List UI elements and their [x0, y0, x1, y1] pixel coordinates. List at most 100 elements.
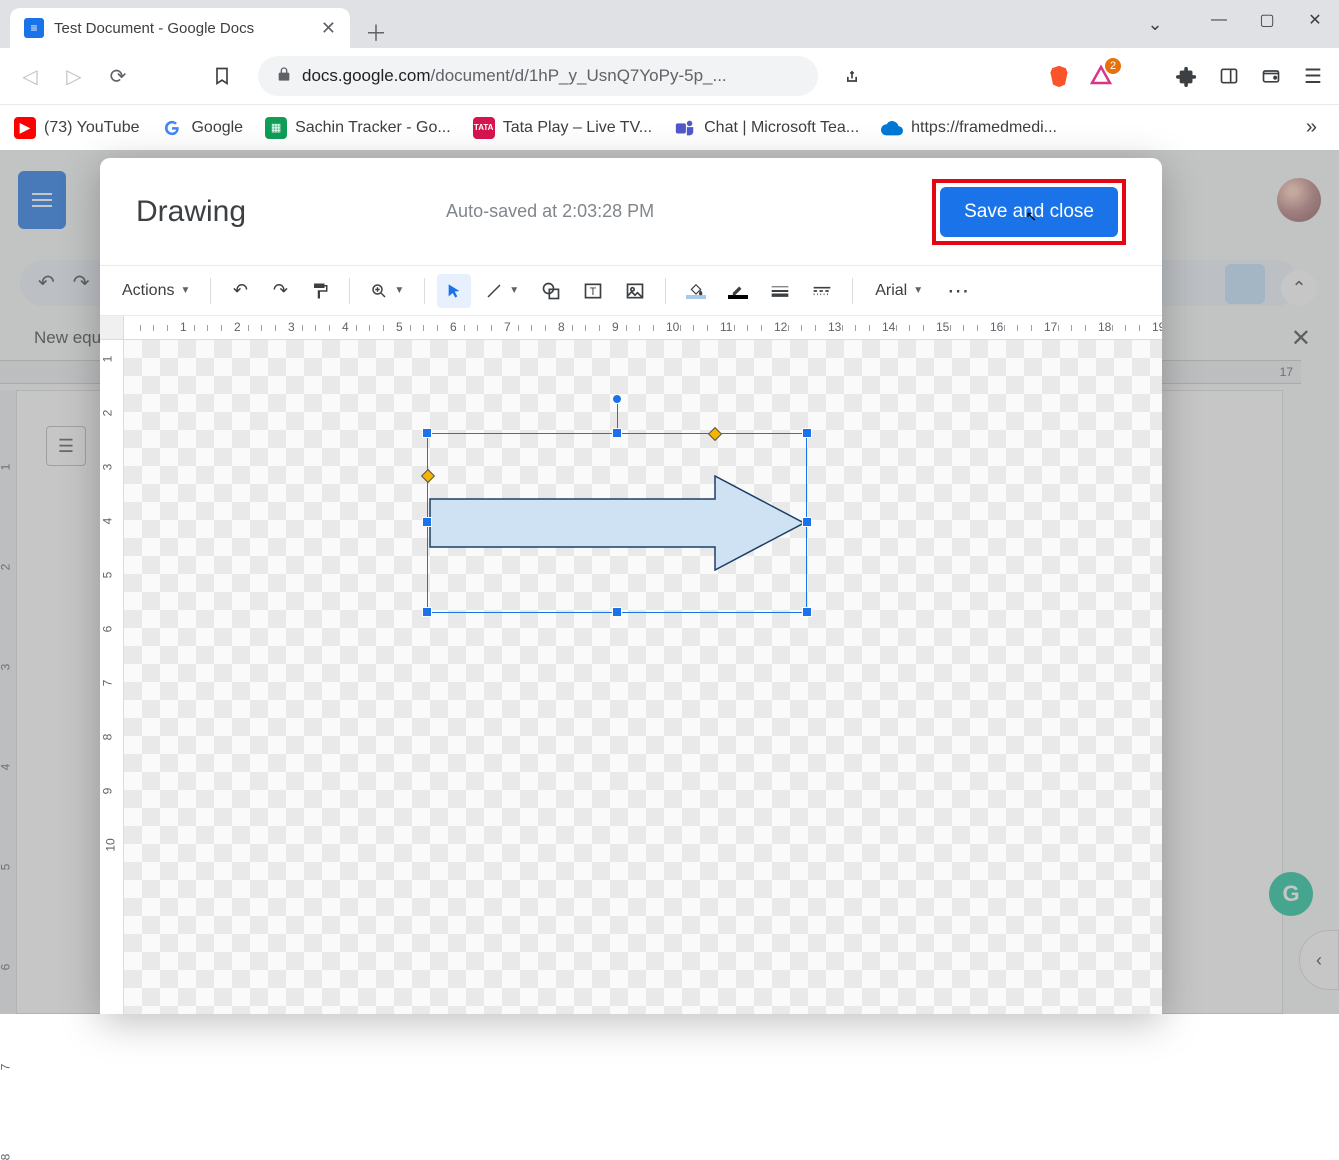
hruler-tick: 9	[612, 320, 619, 334]
undo-icon[interactable]: ↶	[223, 274, 257, 308]
resize-handle-sw[interactable]	[422, 607, 432, 617]
resize-handle-w[interactable]	[422, 517, 432, 527]
address-bar: ◁ ▷ ⟳ docs.google.com/document/d/1hP_y_U…	[0, 48, 1339, 104]
resize-handle-n[interactable]	[612, 428, 622, 438]
url-field[interactable]: docs.google.com/document/d/1hP_y_UsnQ7Yo…	[258, 56, 818, 96]
docs-favicon: ≡	[24, 18, 44, 38]
brave-shields-icon[interactable]	[1045, 62, 1073, 90]
bookmark-sheets[interactable]: ▦ Sachin Tracker - Go...	[265, 117, 451, 139]
actions-menu[interactable]: Actions▼	[114, 274, 198, 308]
url-host: docs.google.com/document/d/1hP_y_UsnQ7Yo…	[302, 66, 727, 86]
separator	[349, 278, 350, 304]
fill-color-icon[interactable]	[678, 274, 714, 308]
vruler-tick: 1	[100, 356, 114, 363]
window-maximize-icon[interactable]: ▢	[1243, 0, 1291, 40]
drawing-dialog: Drawing Auto-saved at 2:03:28 PM Save an…	[100, 158, 1162, 1014]
hruler-tick: 3	[288, 320, 295, 334]
font-select[interactable]: Arial▼	[865, 274, 933, 308]
bookmark-label: Tata Play – Live TV...	[503, 119, 652, 137]
bookmarks-bar: ▶ (73) YouTube Google ▦ Sachin Tracker -…	[0, 104, 1339, 150]
extensions-icon[interactable]	[1173, 62, 1201, 90]
shape-tool-icon[interactable]	[533, 274, 569, 308]
browser-tab[interactable]: ≡ Test Document - Google Docs ✕	[10, 8, 350, 48]
browser-menu-icon[interactable]: ☰	[1299, 62, 1327, 90]
tab-title: Test Document - Google Docs	[54, 20, 311, 37]
hruler-tick: 16	[990, 320, 1003, 334]
new-tab-button[interactable]: ＋	[360, 16, 392, 48]
drawing-toolbar: Actions▼ ↶ ↷ ▼ ▼ T	[100, 266, 1162, 316]
resize-handle-se[interactable]	[802, 607, 812, 617]
hruler-tick: 17	[1044, 320, 1057, 334]
rotation-handle[interactable]	[612, 394, 622, 404]
share-icon[interactable]	[834, 58, 870, 94]
window-controls: — ▢ ✕	[1195, 0, 1339, 40]
sidepanel-icon[interactable]	[1215, 62, 1243, 90]
brave-rewards-icon[interactable]: 2	[1087, 62, 1115, 90]
redo-icon[interactable]: ↷	[263, 274, 297, 308]
hruler-tick: 12	[774, 320, 787, 334]
youtube-icon: ▶	[14, 117, 36, 139]
hruler-tick: 13	[828, 320, 841, 334]
save-and-close-button[interactable]: Save and close ↖	[940, 187, 1118, 237]
window-close-icon[interactable]: ✕	[1291, 0, 1339, 40]
border-weight-icon[interactable]	[762, 274, 798, 308]
paint-format-icon[interactable]	[303, 274, 337, 308]
tab-search-dropdown-icon[interactable]: ⌄	[1131, 4, 1179, 44]
hruler-tick: 5	[396, 320, 403, 334]
hruler-tick: 2	[234, 320, 241, 334]
google-icon	[161, 117, 183, 139]
vruler-tick: 3	[100, 464, 114, 471]
address-bar-right: 2 ☰	[1045, 62, 1327, 90]
zoom-icon[interactable]: ▼	[362, 274, 412, 308]
bookmark-google[interactable]: Google	[161, 117, 243, 139]
window-minimize-icon[interactable]: —	[1195, 0, 1243, 40]
save-button-highlight: Save and close ↖	[932, 179, 1126, 245]
lock-icon	[276, 66, 292, 87]
vruler-tick: 5	[100, 572, 114, 579]
svg-text:T: T	[590, 286, 597, 298]
image-tool-icon[interactable]	[617, 274, 653, 308]
drawing-canvas[interactable]	[124, 340, 1162, 1014]
vruler-tick: 2	[100, 410, 114, 417]
bookmark-icon[interactable]	[204, 58, 240, 94]
hruler-tick: 8	[558, 320, 565, 334]
nav-forward-icon[interactable]: ▷	[56, 58, 92, 94]
bookmark-label: Sachin Tracker - Go...	[295, 119, 451, 137]
border-dash-icon[interactable]	[804, 274, 840, 308]
bookmark-teams[interactable]: Chat | Microsoft Tea...	[674, 117, 859, 139]
bookmark-youtube[interactable]: ▶ (73) YouTube	[14, 117, 139, 139]
browser-chrome: ≡ Test Document - Google Docs ✕ ＋ ⌄ — ▢ …	[0, 0, 1339, 150]
resize-handle-nw[interactable]	[422, 428, 432, 438]
tab-strip: ≡ Test Document - Google Docs ✕ ＋ ⌄ — ▢ …	[0, 0, 1339, 48]
reload-icon[interactable]: ⟳	[100, 58, 136, 94]
font-name: Arial	[875, 282, 907, 300]
dialog-header: Drawing Auto-saved at 2:03:28 PM Save an…	[100, 158, 1162, 266]
nav-back-icon[interactable]: ◁	[12, 58, 48, 94]
bookmark-tataplay[interactable]: TATA Tata Play – Live TV...	[473, 117, 652, 139]
dialog-title: Drawing	[136, 195, 246, 229]
hruler-tick: 15	[936, 320, 949, 334]
autosave-status: Auto-saved at 2:03:28 PM	[446, 201, 654, 222]
hruler-tick: 1	[180, 320, 187, 334]
canvas-wrap: 12345678910	[100, 340, 1162, 1014]
textbox-tool-icon[interactable]: T	[575, 274, 611, 308]
vruler-tick: 8	[100, 734, 114, 741]
teams-icon	[674, 117, 696, 139]
tab-close-icon[interactable]: ✕	[321, 18, 336, 39]
wallet-icon[interactable]	[1257, 62, 1285, 90]
bookmarks-overflow-icon[interactable]: »	[1298, 116, 1325, 139]
resize-handle-e[interactable]	[802, 517, 812, 527]
bookmark-onedrive[interactable]: https://framedmedi...	[881, 117, 1057, 139]
more-options-icon[interactable]: ⋯	[939, 274, 979, 308]
resize-handle-s[interactable]	[612, 607, 622, 617]
mouse-cursor-icon: ↖	[1025, 208, 1037, 225]
vruler-tick: 6	[100, 626, 114, 633]
bookmark-label: (73) YouTube	[44, 119, 139, 137]
rewards-badge: 2	[1105, 58, 1121, 74]
resize-handle-ne[interactable]	[802, 428, 812, 438]
border-color-icon[interactable]	[720, 274, 756, 308]
select-tool-icon[interactable]	[437, 274, 471, 308]
vruler-tick: 10	[104, 838, 118, 851]
separator	[424, 278, 425, 304]
line-tool-icon[interactable]: ▼	[477, 274, 527, 308]
